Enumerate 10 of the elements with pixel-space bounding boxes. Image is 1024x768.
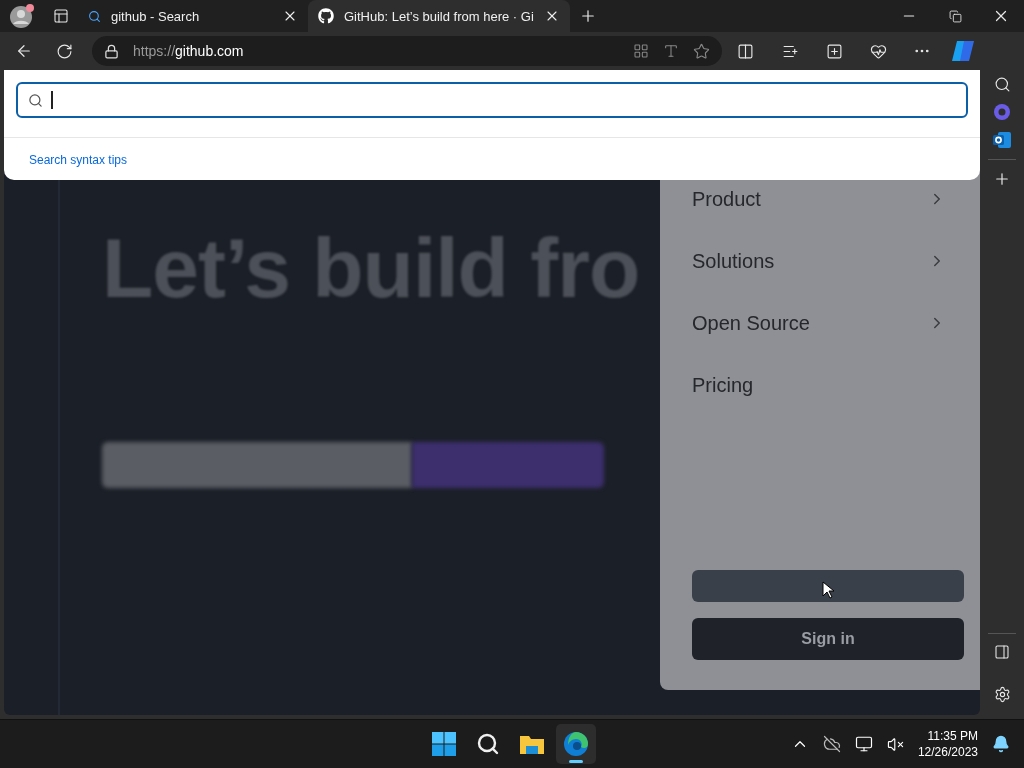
menu-item[interactable]: Pricing [692,354,964,416]
sign-in-button[interactable]: Sign in [692,618,964,660]
browser-tab[interactable]: GitHub: Let’s build from here · Gi [308,0,570,32]
browser-tab[interactable]: github - Search [78,0,308,32]
menu-item[interactable]: Product [692,168,964,230]
clock[interactable]: 11:35 PM 12/26/2023 [917,728,978,760]
address-bar[interactable]: https://github.com [92,36,722,66]
search-syntax-tips-link[interactable]: Search syntax tips [29,153,128,167]
menu-item[interactable]: Solutions [692,230,964,292]
menu-item[interactable]: Open Source [692,292,964,354]
